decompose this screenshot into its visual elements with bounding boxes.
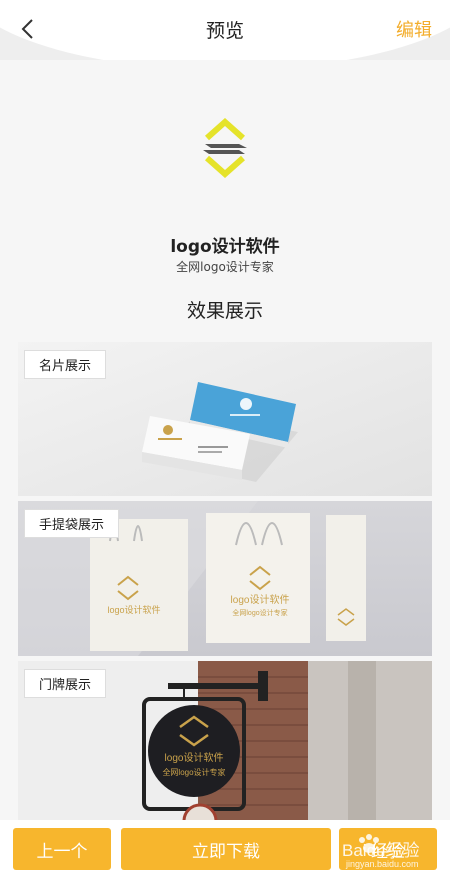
- page-title: 预览: [205, 20, 244, 42]
- panel-label-cards: 名片展示: [24, 350, 107, 379]
- signboard-preview[interactable]: 门牌展示 logo设计软件 全网logo设计专家: [18, 661, 432, 820]
- bag1-logo-text: logo设计软件: [107, 604, 160, 615]
- logo-preview: logo设计软件 全网logo设计专家: [0, 110, 450, 274]
- business-card-preview[interactable]: 名片展示: [18, 342, 432, 496]
- panel-label-bags: 手提袋展示: [24, 509, 120, 538]
- sign-logo-text: logo设计软件: [165, 751, 224, 764]
- logo-mark-icon: [203, 118, 247, 178]
- logo-title: logo设计软件: [170, 237, 280, 257]
- effect-section-title: 效果展示: [186, 300, 263, 322]
- prev-button[interactable]: 上一个: [13, 828, 111, 870]
- panel-label-sign: 门牌展示: [24, 669, 107, 698]
- bottom-action-bar: 上一个 立即下载 经验: [0, 820, 450, 878]
- handbag-preview[interactable]: 手提袋展示 logo设计软件 logo设计软件 全网logo设计专家: [18, 501, 432, 656]
- logo-subtitle: 全网logo设计专家: [176, 260, 274, 274]
- edit-button[interactable]: 编辑: [396, 16, 432, 42]
- download-button[interactable]: 立即下载: [121, 828, 331, 870]
- preview-content: logo设计软件 全网logo设计专家 效果展示 名片展示 手提袋展示 logo…: [0, 60, 450, 820]
- bag2-logo-text: logo设计软件: [231, 593, 290, 606]
- bag2-logo-sub: 全网logo设计专家: [232, 608, 287, 617]
- header-bar: 预览 编辑: [0, 0, 450, 60]
- sign-logo-sub: 全网logo设计专家: [162, 767, 225, 777]
- experience-button[interactable]: 经验: [339, 828, 437, 870]
